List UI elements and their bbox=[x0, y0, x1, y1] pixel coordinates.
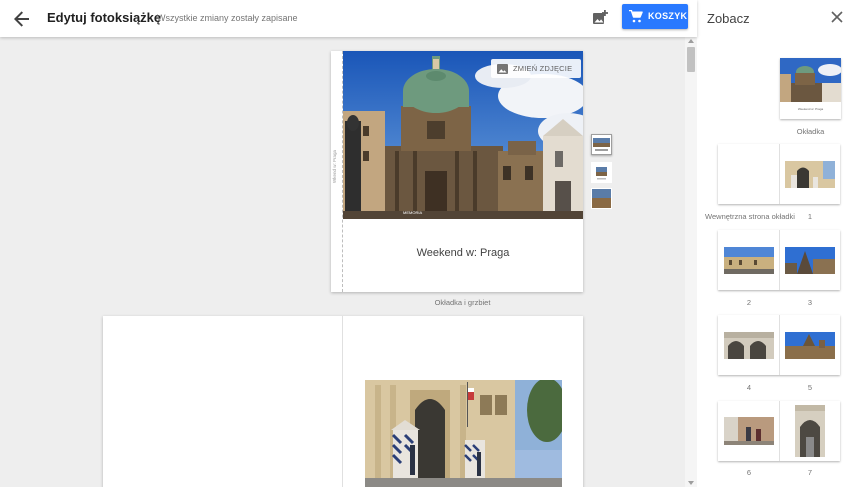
thumb-cover-title: Weekend w: Praga bbox=[797, 107, 824, 111]
arrow-back-icon bbox=[14, 11, 29, 27]
image-icon bbox=[497, 64, 508, 74]
thumb-page-5-label: 5 bbox=[807, 383, 813, 392]
change-photo-label: ZMIEŃ ZDJĘCIE bbox=[513, 64, 573, 73]
add-photo-icon bbox=[593, 10, 608, 24]
thumb-page-3-photo bbox=[785, 247, 835, 274]
close-panel-button[interactable] bbox=[830, 10, 844, 24]
thumb-fold bbox=[779, 144, 780, 204]
castle-guards-photo bbox=[365, 380, 562, 487]
spread-fold bbox=[342, 316, 343, 487]
thumb-page-3-label: 3 bbox=[807, 298, 813, 307]
thumb-page-4-label: 4 bbox=[746, 383, 752, 392]
scroll-thumb[interactable] bbox=[687, 47, 695, 72]
book-spine[interactable]: Wkend w: Praga bbox=[331, 51, 343, 292]
layout-preview-icon bbox=[593, 138, 610, 151]
layout-option-2[interactable] bbox=[591, 162, 612, 183]
photo-watermark: MEMORIA bbox=[403, 210, 422, 215]
editor-canvas: Wkend w: Praga MEMORIA ZMIEŃ ZDJĘCIE Wee… bbox=[0, 37, 697, 487]
thumb-page-5-photo bbox=[785, 332, 835, 359]
change-photo-button[interactable]: ZMIEŃ ZDJĘCIE bbox=[491, 59, 581, 78]
scroll-down-arrow[interactable] bbox=[688, 481, 694, 485]
thumb-spread-4-5[interactable] bbox=[718, 315, 840, 375]
thumb-spread-2-3[interactable] bbox=[718, 230, 840, 290]
top-app-bar: Edytuj fotoksiążkę Wszystkie zmiany zost… bbox=[0, 0, 697, 37]
thumb-page-2-photo bbox=[724, 247, 774, 274]
thumb-page-4-photo bbox=[724, 332, 774, 359]
layout-preview-icon bbox=[592, 189, 611, 208]
thumb-page-7-photo bbox=[795, 405, 825, 457]
spine-text: Wkend w: Praga bbox=[332, 149, 337, 183]
panel-title: Zobacz bbox=[707, 11, 750, 26]
spread-photo[interactable] bbox=[365, 380, 562, 487]
thumb-page-7-label: 7 bbox=[807, 468, 813, 477]
thumb-fold bbox=[779, 230, 780, 290]
cover-title-text[interactable]: Weekend w: Praga bbox=[343, 247, 583, 259]
layout-option-3[interactable] bbox=[591, 188, 612, 209]
scroll-up-arrow[interactable] bbox=[688, 39, 694, 43]
thumb-cover-photo bbox=[780, 58, 841, 102]
thumb-fold bbox=[779, 315, 780, 375]
vertical-scrollbar[interactable] bbox=[685, 37, 697, 487]
thumb-page-6-label: 6 bbox=[746, 468, 752, 477]
cover-photo[interactable]: MEMORIA ZMIEŃ ZDJĘCIE bbox=[343, 51, 583, 219]
cover-caption: Okładka i grzbiet bbox=[434, 298, 491, 307]
cart-button-label: KOSZYK bbox=[648, 11, 688, 21]
save-status-text: Wszystkie zmiany zostały zapisane bbox=[157, 13, 298, 23]
thumb-page-1-label: 1 bbox=[807, 212, 813, 221]
cover-page[interactable]: Wkend w: Praga MEMORIA ZMIEŃ ZDJĘCIE Wee… bbox=[331, 51, 583, 292]
thumb-fold bbox=[779, 401, 780, 461]
thumb-page-2-label: 2 bbox=[746, 298, 752, 307]
close-icon bbox=[831, 11, 843, 23]
preview-panel: Zobacz Weekend w: Praga Okładka Wewnętrz… bbox=[697, 0, 850, 487]
thumb-cover-label: Okładka bbox=[796, 127, 825, 136]
thumb-spread-6-7[interactable] bbox=[718, 401, 840, 461]
add-photo-button[interactable] bbox=[591, 9, 609, 27]
thumb-page-6-photo bbox=[724, 417, 774, 445]
cart-icon bbox=[629, 10, 643, 23]
layout-preview-icon bbox=[596, 167, 607, 180]
page-title: Edytuj fotoksiążkę bbox=[47, 10, 162, 25]
cart-button[interactable]: KOSZYK bbox=[622, 4, 688, 29]
page-spread[interactable] bbox=[103, 316, 583, 487]
back-button[interactable] bbox=[10, 7, 34, 31]
thumb-page-1-photo bbox=[785, 161, 835, 188]
thumb-cover[interactable]: Weekend w: Praga bbox=[780, 58, 841, 119]
layout-option-1[interactable] bbox=[591, 134, 612, 155]
thumb-inside-cover-label: Wewnętrzna strona okładki bbox=[705, 212, 795, 221]
thumb-spread-inside-cover[interactable] bbox=[718, 144, 840, 204]
